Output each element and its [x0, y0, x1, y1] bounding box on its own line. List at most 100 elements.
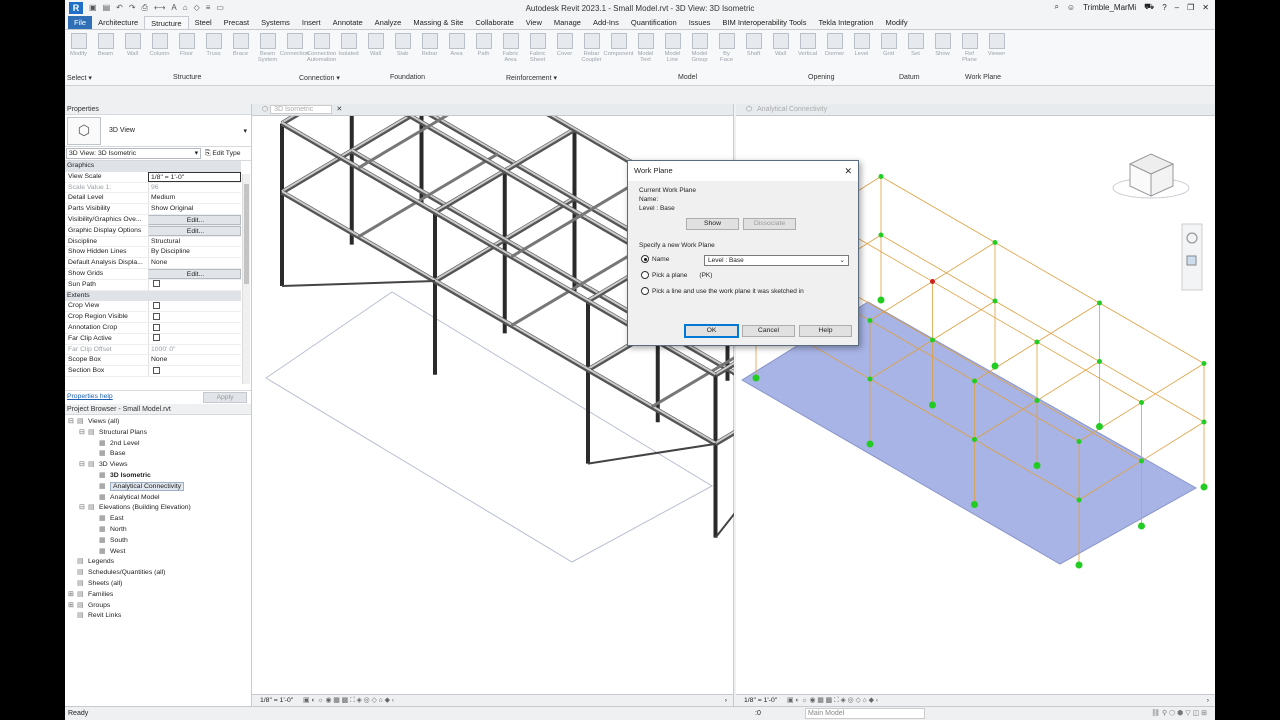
- tool-ref-plane[interactable]: Ref Plane: [956, 32, 983, 74]
- property-value[interactable]: 1000' 0": [148, 344, 241, 355]
- tab-massing-site[interactable]: Massing & Site: [407, 16, 469, 29]
- tab-tekla-integration[interactable]: Tekla Integration: [812, 16, 879, 29]
- view-tab-analytical-connectivity[interactable]: ⬡ Analytical Connectivity: [736, 104, 1215, 116]
- property-value[interactable]: 96: [148, 182, 241, 193]
- property-value[interactable]: Medium: [148, 193, 241, 204]
- close-icon[interactable]: ✕: [844, 161, 852, 181]
- tool-wall[interactable]: Wall: [119, 32, 146, 74]
- tab-structure[interactable]: Structure: [144, 16, 189, 29]
- tab-analyze[interactable]: Analyze: [369, 16, 408, 29]
- tool-wall[interactable]: Wall: [362, 32, 389, 74]
- pick-plane-radio[interactable]: [641, 271, 649, 279]
- property-row[interactable]: Sun Path: [65, 279, 241, 291]
- view-cube[interactable]: [1112, 153, 1190, 199]
- tool-level[interactable]: Level: [848, 32, 875, 74]
- analytical-node[interactable]: [972, 378, 977, 384]
- property-row[interactable]: Visibility/Graphics Ove... Edit...: [65, 214, 241, 226]
- browser-item[interactable]: ▤ Revit Links: [65, 611, 251, 622]
- tab-insert[interactable]: Insert: [296, 16, 327, 29]
- tool-area[interactable]: Area: [443, 32, 470, 74]
- tab-architecture[interactable]: Architecture: [92, 16, 144, 29]
- browser-item[interactable]: ⊟ ▤ Elevations (Building Elevation): [65, 503, 251, 514]
- tool-beam[interactable]: Beam: [92, 32, 119, 74]
- analytical-node[interactable]: [1139, 458, 1144, 464]
- edit-type-button[interactable]: ⎘ Edit Type: [205, 150, 241, 158]
- property-value[interactable]: [148, 279, 241, 290]
- cancel-button[interactable]: Cancel: [742, 325, 795, 337]
- analytical-node[interactable]: [1096, 423, 1103, 430]
- analytical-node[interactable]: [1033, 462, 1041, 469]
- tab-precast[interactable]: Precast: [218, 16, 255, 29]
- property-row[interactable]: Far Clip Active: [65, 333, 241, 345]
- browser-item[interactable]: ▤ Sheets (all): [65, 579, 251, 590]
- group-extents[interactable]: Extents: [65, 290, 241, 302]
- property-value[interactable]: Edit...: [148, 225, 241, 236]
- tab-systems[interactable]: Systems: [255, 16, 296, 29]
- dissociate-button[interactable]: Dissociate: [743, 218, 796, 230]
- browser-item[interactable]: ▤ Schedules/Quantities (all): [65, 568, 251, 579]
- property-value[interactable]: Structural: [148, 236, 241, 247]
- analytical-node[interactable]: [867, 376, 873, 382]
- apply-button[interactable]: Apply: [203, 392, 247, 403]
- analytical-node[interactable]: [1034, 398, 1040, 403]
- tool-fabric-area[interactable]: Fabric Area: [497, 32, 524, 74]
- expand-icon[interactable]: ⊟: [68, 417, 77, 428]
- property-row[interactable]: Crop View: [65, 301, 241, 313]
- tool-wall[interactable]: Wall: [767, 32, 794, 74]
- tool-dormer[interactable]: Dormer: [821, 32, 848, 74]
- analytical-node[interactable]: [867, 318, 873, 323]
- tool-viewer[interactable]: Viewer: [983, 32, 1010, 74]
- user-name[interactable]: Trimble_MarMi: [1083, 3, 1136, 12]
- browser-item[interactable]: ▦ Analytical Model: [65, 493, 251, 504]
- instance-selector[interactable]: 3D View: 3D Isometric ▾: [66, 148, 201, 159]
- name-radio[interactable]: [641, 255, 649, 263]
- tab-modify[interactable]: Modify: [880, 16, 914, 29]
- tool-rebar[interactable]: Rebar: [416, 32, 443, 74]
- property-value[interactable]: None: [148, 258, 241, 268]
- view-scale[interactable]: 1/8" = 1'-0": [744, 697, 777, 704]
- checkbox[interactable]: [153, 334, 160, 342]
- browser-item[interactable]: ⊞ ▤ Families: [65, 590, 251, 601]
- tool-beam-system[interactable]: Beam System: [254, 32, 281, 74]
- tool-shaft[interactable]: Shaft: [740, 32, 767, 74]
- tool-column[interactable]: Column: [146, 32, 173, 74]
- minimize-icon[interactable]: –: [1175, 3, 1179, 12]
- property-row[interactable]: Crop Region Visible: [65, 312, 241, 323]
- property-value[interactable]: Edit...: [148, 268, 241, 279]
- type-selector[interactable]: ⬡ 3D View ▾: [65, 115, 251, 147]
- analytical-node[interactable]: [992, 240, 998, 245]
- property-row[interactable]: Scale Value 1: 96: [65, 182, 241, 194]
- tool-connection[interactable]: Connection: [280, 32, 309, 74]
- property-row[interactable]: Annotation Crop: [65, 322, 241, 334]
- browser-item[interactable]: ▤ Legends: [65, 557, 251, 568]
- analytical-node[interactable]: [1034, 339, 1040, 345]
- pick-line-radio[interactable]: [641, 287, 649, 295]
- property-row[interactable]: Default Analysis Displa... None: [65, 258, 241, 269]
- tool-model-text[interactable]: Model Text: [632, 32, 659, 74]
- view-control-icons[interactable]: ▣ ◐ ☼ ◉ ▦ ▩ ⛶ ◈ ◎ ◇ ⌂ ◆ ‹: [303, 697, 394, 704]
- browser-item[interactable]: ⊟ ▤ 3D Views: [65, 460, 251, 471]
- property-row[interactable]: Detail Level Medium: [65, 193, 241, 205]
- tool-modify[interactable]: Modify: [65, 32, 92, 74]
- tab-steel[interactable]: Steel: [189, 16, 218, 29]
- tab-add-ins[interactable]: Add-Ins: [587, 16, 625, 29]
- property-row[interactable]: View Scale 1/8" = 1'-0": [65, 171, 241, 183]
- tool-fabric-sheet[interactable]: Fabric Sheet: [524, 32, 551, 74]
- browser-item[interactable]: ⊟ ▤ Views (all): [65, 417, 251, 428]
- analytical-node[interactable]: [929, 401, 936, 409]
- view-control-icons[interactable]: ▣ ◐ ☼ ◉ ▦ ▩ ⛶ ◈ ◎ ◇ ⌂ ◆ ‹: [787, 697, 878, 704]
- selection-filter-icons[interactable]: ⛓ ⚲ ⬡ ⬢ ▽ ◫ ⊞: [1151, 707, 1207, 720]
- tool-floor[interactable]: Floor: [173, 32, 200, 74]
- expand-icon[interactable]: ⊟: [79, 460, 88, 471]
- analytical-node[interactable]: [878, 174, 884, 179]
- browser-item[interactable]: ⊟ ▤ Structural Plans: [65, 428, 251, 439]
- tab-collaborate[interactable]: Collaborate: [469, 16, 519, 29]
- help-button[interactable]: Help: [799, 325, 852, 337]
- tool-truss[interactable]: Truss: [200, 32, 227, 74]
- analytical-node[interactable]: [930, 337, 935, 343]
- property-value[interactable]: By Discipline: [148, 247, 241, 258]
- tool-show[interactable]: Show: [929, 32, 956, 74]
- view-scale[interactable]: 1/8" = 1'-0": [260, 697, 293, 704]
- view-tab-3d-isometric[interactable]: ⬡ 3D Isometric ✕: [252, 104, 733, 116]
- tool-set[interactable]: Set: [902, 32, 929, 74]
